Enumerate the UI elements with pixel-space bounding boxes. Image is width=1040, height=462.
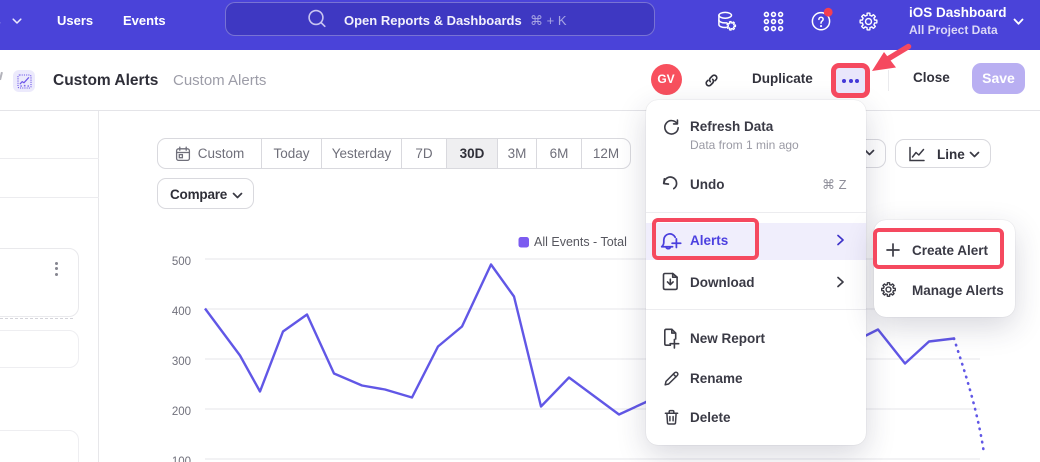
svg-text:400: 400 (172, 306, 191, 318)
svg-text:300: 300 (172, 356, 191, 368)
svg-text:200: 200 (172, 406, 191, 418)
svg-text:500: 500 (172, 256, 191, 268)
svg-text:100: 100 (172, 456, 191, 462)
svg-text:All Events - Total: All Events - Total (534, 235, 627, 249)
